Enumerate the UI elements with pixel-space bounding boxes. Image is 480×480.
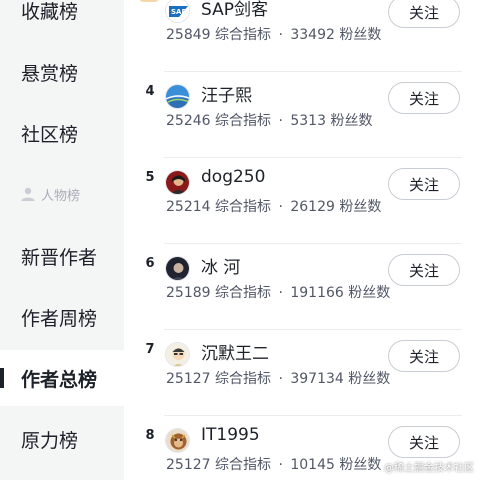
active-indicator (0, 368, 4, 388)
index-value: 25189 (166, 285, 211, 301)
author-name[interactable]: 冰 河 (201, 253, 240, 278)
fans-value: 33492 (290, 27, 335, 43)
stat-separator: · (278, 113, 283, 129)
rank-number: 6 (145, 256, 155, 271)
portrait-avatar[interactable] (165, 170, 190, 195)
fans-label: 粉丝数 (348, 285, 391, 301)
list-item[interactable]: 5 dog250 关注 25214 综合指标 · 26129 粉丝数 (124, 158, 480, 244)
index-value: 25127 (166, 457, 211, 473)
index-value: 25214 (166, 199, 211, 215)
sidebar-item-label: 作者总榜 (21, 368, 98, 391)
stat-separator: · (278, 457, 283, 473)
author-name[interactable]: 汪子熙 (201, 81, 252, 106)
follow-button[interactable]: 关注 (388, 0, 460, 28)
follow-button[interactable]: 关注 (388, 426, 460, 458)
fans-label: 粉丝数 (348, 371, 391, 387)
rank-number: 5 (145, 170, 155, 185)
author-stats: 25127 综合指标 · 397134 粉丝数 (166, 368, 390, 388)
index-label: 综合指标 (215, 199, 271, 215)
fans-value: 26129 (290, 199, 335, 215)
sidebar-item-bounty[interactable]: 悬赏榜 (0, 44, 124, 100)
stat-separator: · (278, 199, 283, 215)
fans-value: 397134 (290, 371, 344, 387)
sidebar-item-label: 新晋作者 (21, 246, 98, 269)
follow-button[interactable]: 关注 (388, 168, 460, 200)
stat-separator: · (278, 371, 283, 387)
blue-landscape-avatar[interactable] (165, 84, 190, 109)
ranking-page: 收藏榜 悬赏榜 社区榜 人物榜 新晋作者 作者周榜 作者总榜 原力榜 SAP S… (0, 0, 480, 480)
fans-label: 粉丝数 (339, 199, 382, 215)
rank-badge: 3 (140, 0, 158, 2)
list-item[interactable]: 4 汪子熙 关注 25246 综合指标 · 5313 粉丝数 (124, 72, 480, 158)
index-label: 综合指标 (215, 371, 271, 387)
rank-number: 4 (145, 84, 155, 99)
author-stats: 25189 综合指标 · 191166 粉丝数 (166, 282, 390, 302)
sidebar-item-total-authors[interactable]: 作者总榜 (0, 350, 124, 406)
rank-number: 8 (145, 428, 155, 443)
sidebar-item-community[interactable]: 社区榜 (0, 105, 124, 161)
sidebar-item-weekly-authors[interactable]: 作者周榜 (0, 289, 124, 345)
fans-label: 粉丝数 (330, 113, 373, 129)
person-icon (21, 187, 35, 201)
cartoon-avatar[interactable] (165, 342, 190, 367)
sidebar-item-favorites[interactable]: 收藏榜 (0, 0, 124, 38)
dark-portrait-avatar[interactable] (165, 256, 190, 281)
follow-button[interactable]: 关注 (388, 340, 460, 372)
fans-value: 10145 (290, 457, 335, 473)
sidebar-item-label: 作者周榜 (21, 307, 98, 330)
list-item[interactable]: 7 沉默王二 关注 25127 综合指标 · 397134 粉丝数 (124, 330, 480, 416)
sidebar-item-label: 悬赏榜 (21, 62, 79, 85)
author-name[interactable]: dog250 (201, 167, 265, 187)
fans-value: 5313 (290, 113, 326, 129)
list-item[interactable]: 3 SAP SAP剑客 关注 25849 综合指标 · 33492 粉丝数 (124, 0, 480, 72)
follow-button[interactable]: 关注 (388, 82, 460, 114)
list-item[interactable]: 6 冰 河 关注 25189 综合指标 · 191166 粉丝数 (124, 244, 480, 330)
sidebar-section-people: 人物榜 (0, 176, 124, 212)
author-stats: 25127 综合指标 · 10145 粉丝数 (166, 454, 381, 474)
author-stats: 25214 综合指标 · 26129 粉丝数 (166, 196, 381, 216)
index-label: 综合指标 (215, 285, 271, 301)
sidebar-item-label: 社区榜 (21, 123, 79, 146)
index-label: 综合指标 (215, 27, 271, 43)
follow-button[interactable]: 关注 (388, 254, 460, 286)
author-stats: 25246 综合指标 · 5313 粉丝数 (166, 110, 372, 130)
sidebar-section-label: 人物榜 (41, 188, 81, 204)
sidebar: 收藏榜 悬赏榜 社区榜 人物榜 新晋作者 作者周榜 作者总榜 原力榜 (0, 0, 124, 480)
fans-label: 粉丝数 (339, 457, 382, 473)
sap-logo-avatar[interactable]: SAP (165, 0, 190, 23)
index-label: 综合指标 (215, 113, 271, 129)
author-name[interactable]: 沉默王二 (201, 339, 269, 364)
rank-number: 7 (145, 342, 155, 357)
author-name[interactable]: IT1995 (201, 425, 260, 445)
stat-separator: · (278, 27, 283, 43)
fans-label: 粉丝数 (339, 27, 382, 43)
author-name[interactable]: SAP剑客 (201, 0, 268, 20)
fans-value: 191166 (290, 285, 344, 301)
svg-text:SAP: SAP (171, 8, 187, 16)
sidebar-item-label: 原力榜 (21, 429, 79, 452)
monkey-avatar[interactable] (165, 428, 190, 453)
index-value: 25127 (166, 371, 211, 387)
sidebar-item-force-rank[interactable]: 原力榜 (0, 411, 124, 467)
index-value: 25246 (166, 113, 211, 129)
author-stats: 25849 综合指标 · 33492 粉丝数 (166, 24, 381, 44)
sidebar-item-new-authors[interactable]: 新晋作者 (0, 228, 124, 284)
index-value: 25849 (166, 27, 211, 43)
stat-separator: · (278, 285, 283, 301)
sidebar-item-label: 收藏榜 (21, 0, 79, 23)
author-list: 3 SAP SAP剑客 关注 25849 综合指标 · 33492 粉丝数 4 (124, 0, 480, 480)
index-label: 综合指标 (215, 457, 271, 473)
watermark: @稀土掘金技术社区 (384, 463, 474, 474)
